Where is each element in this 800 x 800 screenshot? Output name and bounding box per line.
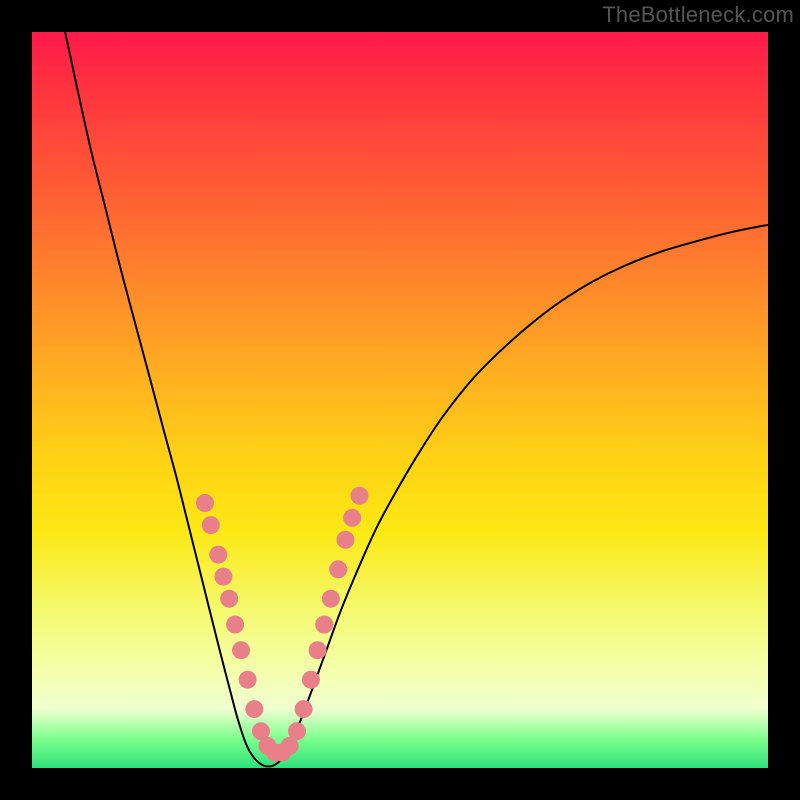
chart-frame: TheBottleneck.com bbox=[0, 0, 800, 800]
marker-point bbox=[343, 509, 361, 527]
marker-point bbox=[337, 531, 355, 549]
marker-point bbox=[202, 516, 220, 534]
marker-point bbox=[245, 700, 263, 718]
marker-point bbox=[214, 568, 232, 586]
marker-point bbox=[288, 722, 306, 740]
marker-point bbox=[239, 671, 257, 689]
curve-layer bbox=[32, 32, 768, 768]
marker-point bbox=[226, 616, 244, 634]
marker-point bbox=[309, 641, 327, 659]
watermark-text: TheBottleneck.com bbox=[602, 2, 794, 28]
marker-point bbox=[196, 494, 214, 512]
marker-point bbox=[315, 616, 333, 634]
marker-point bbox=[302, 671, 320, 689]
marker-point bbox=[232, 641, 250, 659]
marker-point bbox=[220, 590, 238, 608]
marker-point bbox=[295, 700, 313, 718]
plot-area bbox=[32, 32, 768, 768]
bottleneck-curve bbox=[65, 32, 768, 767]
marker-point bbox=[209, 546, 227, 564]
marker-group bbox=[196, 487, 369, 762]
marker-point bbox=[351, 487, 369, 505]
marker-point bbox=[329, 560, 347, 578]
marker-point bbox=[322, 590, 340, 608]
